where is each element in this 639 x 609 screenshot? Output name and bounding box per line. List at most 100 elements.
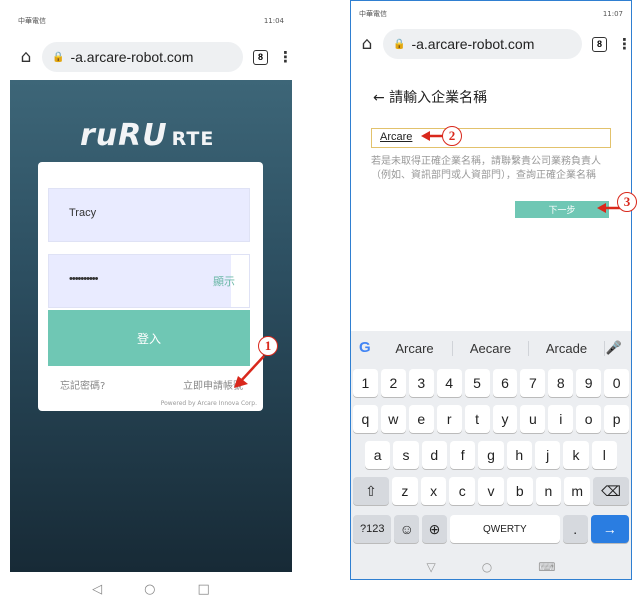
logo-main: ruRU: [80, 118, 168, 153]
key-row-zxcv: ⇧ z x c v b n m ⌫: [353, 477, 630, 505]
enter-key[interactable]: →: [590, 515, 629, 543]
key[interactable]: b: [506, 477, 533, 505]
lock-icon: 🔒: [52, 51, 65, 63]
key[interactable]: 3: [408, 369, 434, 397]
android-nav-bar: ▽ ○ ⌨: [351, 553, 631, 579]
key[interactable]: e: [408, 405, 434, 433]
clock: 11:04: [263, 17, 284, 25]
tab-count-button[interactable]: 8: [253, 49, 268, 65]
back-icon[interactable]: ◁: [92, 582, 102, 597]
android-nav-bar: ◁ ○ □: [10, 572, 292, 606]
key[interactable]: s: [393, 441, 419, 469]
key[interactable]: u: [520, 405, 546, 433]
key[interactable]: v: [478, 477, 504, 505]
key[interactable]: i: [548, 405, 574, 433]
key[interactable]: y: [492, 405, 518, 433]
period-key[interactable]: .: [562, 515, 588, 543]
next-step-button[interactable]: 下一步: [515, 201, 609, 218]
company-name-input[interactable]: Arcare: [371, 128, 611, 148]
hint-text: 若是未取得正確企業名稱，請聯繫貴公司業務負責人（例如、資訊部門或人資部門），查詢…: [371, 156, 601, 181]
key[interactable]: n: [535, 477, 562, 505]
globe-key[interactable]: ⊕: [422, 515, 447, 543]
home-nav-icon[interactable]: ○: [482, 560, 492, 574]
forgot-password-link[interactable]: 忘記密碼?: [60, 377, 105, 392]
key[interactable]: m: [564, 477, 591, 505]
phone-company-screen: 中華電信 11:07 ⌂ 🔒 -a.arcare-robot.com 8 ⋮ ←…: [350, 0, 632, 580]
home-nav-icon[interactable]: ○: [144, 582, 155, 597]
powered-by-text: Powered by Arcare Innova Corp.: [160, 400, 257, 407]
show-password-button[interactable]: 顯示: [213, 273, 235, 289]
key[interactable]: f: [449, 441, 476, 469]
space-key[interactable]: QWERTY: [449, 515, 560, 543]
key-row-qwerty: q w e r t y u i o p: [353, 405, 630, 433]
page-title: ← 請輸入企業名稱: [373, 90, 488, 106]
key[interactable]: w: [380, 405, 406, 433]
backspace-key[interactable]: ⌫: [593, 477, 630, 505]
browser-toolbar: ⌂ 🔒 -a.arcare-robot.com 8 ⋮: [10, 34, 292, 80]
key[interactable]: 9: [576, 369, 602, 397]
back-icon[interactable]: ▽: [426, 560, 435, 574]
key[interactable]: a: [365, 441, 391, 469]
carrier-label: 中華電信: [359, 10, 387, 18]
key[interactable]: 1: [353, 369, 378, 397]
browser-toolbar: ⌂ 🔒 -a.arcare-robot.com 8 ⋮: [351, 21, 631, 67]
tab-count-button[interactable]: 8: [592, 36, 607, 52]
app-logo: ruRU RTE: [80, 118, 214, 153]
company-name-value: Arcare: [380, 131, 413, 143]
menu-icon[interactable]: ⋮: [278, 48, 292, 66]
key[interactable]: h: [506, 441, 532, 469]
key[interactable]: r: [436, 405, 462, 433]
symbols-key[interactable]: ?123: [353, 515, 392, 543]
key[interactable]: x: [420, 477, 447, 505]
key[interactable]: c: [449, 477, 476, 505]
url-text: -a.arcare-robot.com: [411, 36, 535, 52]
key[interactable]: 6: [492, 369, 518, 397]
menu-icon[interactable]: ⋮: [617, 35, 631, 53]
key[interactable]: t: [464, 405, 490, 433]
step-marker-2: 2: [442, 126, 462, 146]
key[interactable]: l: [591, 441, 617, 469]
suggestion-1[interactable]: Arcare: [377, 340, 453, 356]
username-value: Tracy: [69, 207, 97, 219]
key[interactable]: q: [353, 405, 378, 433]
key[interactable]: z: [392, 477, 418, 505]
home-icon[interactable]: ⌂: [16, 47, 36, 67]
lock-icon: 🔒: [393, 38, 406, 50]
key-row-bottom: ?123 ☺ ⊕ QWERTY . →: [353, 515, 629, 543]
key[interactable]: 0: [604, 369, 630, 397]
recent-apps-icon[interactable]: □: [198, 582, 210, 597]
phone-login-screen: 中華電信 11:04 ⌂ 🔒 -a.arcare-robot.com 8 ⋮ r…: [10, 8, 292, 606]
suggestion-bar: G Arcare Aecare Arcade 🎤: [351, 331, 631, 365]
key[interactable]: g: [478, 441, 504, 469]
keyboard-nav-icon[interactable]: ⌨: [538, 560, 555, 574]
key[interactable]: d: [421, 441, 447, 469]
carrier-label: 中華電信: [18, 17, 46, 25]
step-arrow-1: [234, 355, 265, 388]
microphone-icon[interactable]: 🎤: [605, 340, 623, 356]
home-icon[interactable]: ⌂: [357, 34, 377, 54]
key[interactable]: k: [563, 441, 589, 469]
emoji-key[interactable]: ☺: [394, 515, 420, 543]
username-field[interactable]: Tracy: [48, 188, 250, 242]
step-marker-3: 3: [617, 192, 637, 212]
url-text: -a.arcare-robot.com: [70, 49, 194, 65]
key[interactable]: 7: [520, 369, 546, 397]
suggestion-2[interactable]: Aecare: [453, 340, 529, 356]
key[interactable]: o: [576, 405, 602, 433]
key-row-asdf: a s d f g h j k l: [365, 441, 617, 469]
key[interactable]: p: [604, 405, 630, 433]
shift-key[interactable]: ⇧: [353, 477, 389, 505]
login-button[interactable]: 登入: [48, 310, 250, 366]
url-bar[interactable]: 🔒 -a.arcare-robot.com: [42, 42, 243, 72]
key[interactable]: 8: [548, 369, 574, 397]
key[interactable]: j: [534, 441, 561, 469]
key[interactable]: 5: [464, 369, 490, 397]
url-bar[interactable]: 🔒 -a.arcare-robot.com: [383, 29, 582, 59]
suggestion-3[interactable]: Arcade: [529, 340, 605, 356]
key[interactable]: 4: [436, 369, 462, 397]
password-field[interactable]: •••••••••• 顯示: [48, 254, 250, 308]
key[interactable]: 2: [380, 369, 406, 397]
google-icon[interactable]: G: [359, 339, 377, 357]
soft-keyboard: G Arcare Aecare Arcade 🎤 1 2 3 4 5 6 7 8…: [351, 331, 631, 553]
logo-suffix: RTE: [171, 128, 215, 150]
